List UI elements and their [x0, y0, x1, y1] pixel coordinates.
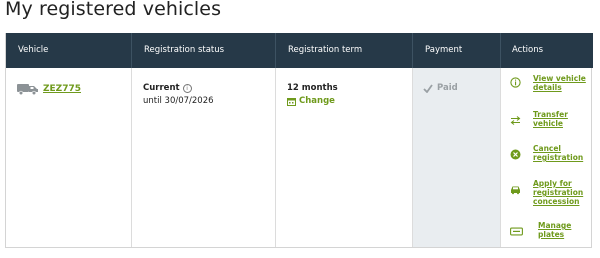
header-registration-status: Registration status — [144, 45, 225, 55]
vehicles-table: Vehicle Registration status Registration… — [5, 33, 593, 248]
term-value: 12 months — [287, 83, 338, 93]
change-label: Change — [299, 96, 335, 106]
car-icon — [511, 186, 520, 195]
column-divider — [500, 68, 501, 247]
change-term-button[interactable]: Change — [287, 96, 338, 106]
column-divider — [275, 68, 276, 247]
manage-plates-label: Manage plates — [538, 221, 572, 239]
header-divider — [500, 33, 501, 68]
vehicle-icon — [17, 84, 38, 95]
header-payment: Payment — [425, 45, 463, 55]
plate-icon — [510, 227, 523, 236]
header-actions: Actions — [512, 45, 544, 55]
vehicle-rego-link[interactable]: ZEZ775 — [43, 84, 81, 94]
info-circle-icon — [510, 77, 521, 88]
registration-term-cell: 12 months Change — [287, 83, 338, 106]
status-until: until 30/07/2026 — [143, 96, 214, 106]
vehicle-cell: ZEZ775 — [17, 83, 81, 95]
paid-label: Paid — [437, 83, 458, 93]
status-value: Current — [143, 83, 180, 93]
column-divider — [412, 68, 413, 247]
calendar-icon — [287, 97, 296, 106]
info-icon[interactable]: i — [182, 83, 192, 93]
header-divider — [412, 33, 413, 68]
registration-status-cell: Current i until 30/07/2026 — [143, 83, 214, 106]
table-header: Vehicle Registration status Registration… — [6, 33, 593, 68]
cancel-circle-icon — [510, 149, 521, 160]
header-vehicle: Vehicle — [18, 45, 49, 55]
view-vehicle-details-label: View vehicle details — [533, 74, 586, 92]
page-title: My registered vehicles — [5, 0, 222, 20]
transfer-vehicle-label: Transfer vehicle — [533, 110, 568, 128]
check-icon — [423, 83, 433, 93]
cancel-registration-label: Cancel registration — [533, 144, 584, 162]
column-divider — [131, 68, 132, 247]
payment-cell-bg — [413, 68, 500, 247]
apply-registration-concession-label: Apply for registration concession — [533, 179, 584, 206]
header-divider — [131, 33, 132, 68]
header-registration-term: Registration term — [288, 45, 363, 55]
header-divider — [275, 33, 276, 68]
transfer-arrows-icon — [510, 116, 521, 125]
payment-status: Paid — [423, 83, 458, 93]
